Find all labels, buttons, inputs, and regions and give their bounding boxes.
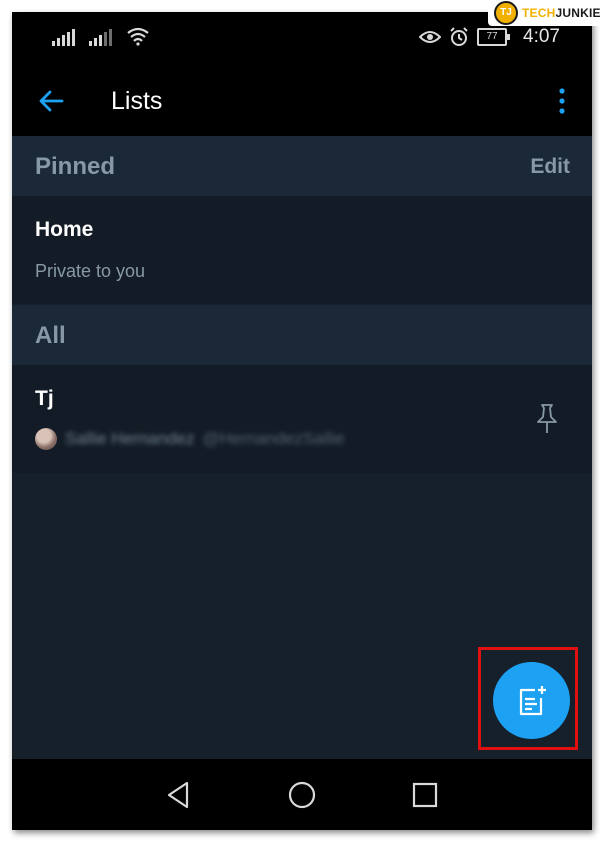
page-title: Lists bbox=[111, 87, 163, 115]
arrow-left-icon[interactable] bbox=[36, 86, 66, 116]
watermark-tech: TECH bbox=[522, 6, 556, 20]
phone-screen: 77 4:07 Lists Pinned Edit Home Private t… bbox=[12, 12, 592, 830]
back-triangle-icon[interactable] bbox=[163, 779, 195, 811]
app-header: Lists bbox=[12, 64, 592, 136]
new-list-button[interactable] bbox=[493, 662, 570, 739]
battery-icon: 77 bbox=[477, 28, 511, 46]
recents-square-icon[interactable] bbox=[409, 779, 441, 811]
home-circle-icon[interactable] bbox=[286, 779, 318, 811]
list-privacy: Private to you bbox=[35, 261, 146, 281]
watermark-junkie: JUNKIE bbox=[555, 6, 601, 20]
list-item-home[interactable]: Home Private to you bbox=[12, 196, 592, 304]
list-name: Home bbox=[35, 218, 94, 241]
alarm-icon bbox=[450, 27, 468, 46]
status-left bbox=[52, 26, 150, 46]
new-list-icon bbox=[519, 685, 546, 715]
pinned-section-header: Pinned Edit bbox=[12, 136, 592, 196]
avatar bbox=[35, 428, 57, 450]
clock: 4:07 bbox=[523, 26, 560, 47]
battery-level: 77 bbox=[486, 31, 498, 42]
pin-icon[interactable] bbox=[532, 402, 562, 436]
status-right: 77 4:07 bbox=[419, 26, 560, 48]
more-vertical-icon[interactable] bbox=[552, 86, 572, 116]
list-owner: Sallie Hernandez @HernandezSallie bbox=[35, 428, 344, 450]
list-name: Tj bbox=[35, 387, 54, 410]
watermark-text: TECHJUNKIE bbox=[522, 6, 601, 20]
techjunkie-logo: TJ bbox=[494, 1, 518, 25]
pinned-title: Pinned bbox=[35, 153, 116, 180]
wifi-icon bbox=[127, 27, 149, 46]
owner-name: Sallie Hernandez bbox=[65, 429, 195, 448]
signal-icon bbox=[52, 28, 75, 46]
signal-icon bbox=[89, 28, 112, 46]
techjunkie-watermark: TJ TECHJUNKIE bbox=[488, 0, 605, 26]
list-item-tj[interactable]: Tj Sallie Hernandez @HernandezSallie bbox=[12, 365, 592, 473]
all-title: All bbox=[35, 322, 66, 349]
system-navigation-bar bbox=[12, 759, 592, 830]
all-section-header: All bbox=[12, 305, 592, 365]
edit-button[interactable]: Edit bbox=[530, 155, 570, 179]
eye-comfort-icon bbox=[419, 31, 442, 43]
owner-handle: @HernandezSallie bbox=[202, 429, 345, 448]
